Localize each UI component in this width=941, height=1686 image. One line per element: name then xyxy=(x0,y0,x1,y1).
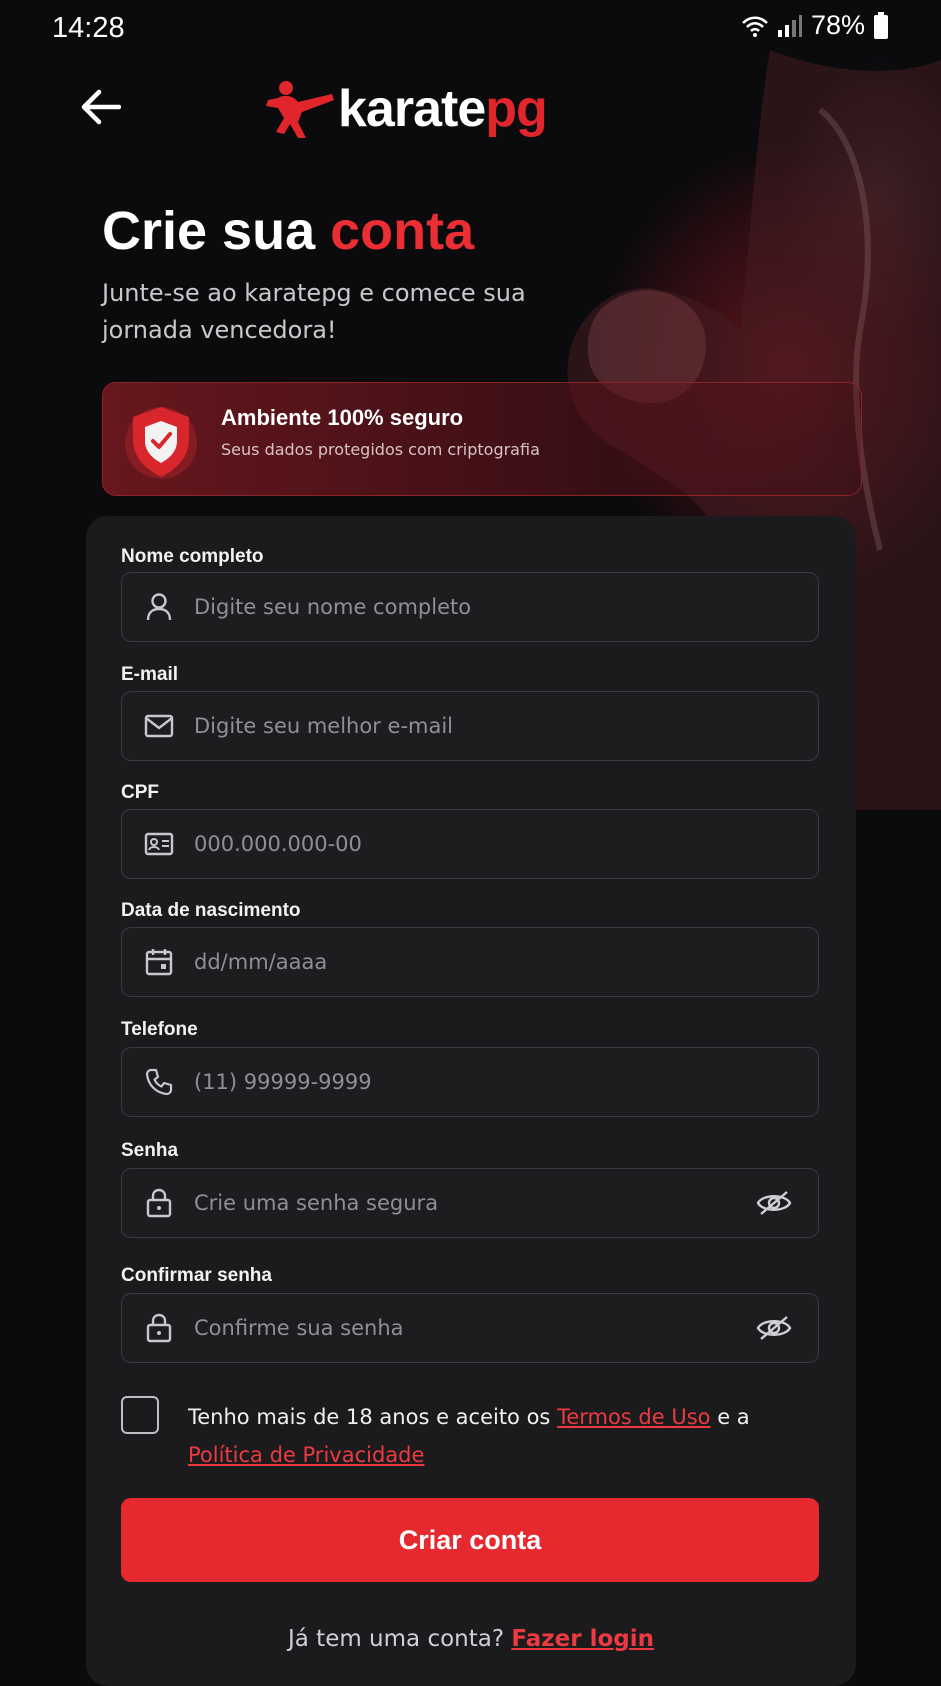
battery-icon xyxy=(874,11,888,39)
status-time: 14:28 xyxy=(52,12,125,44)
email-placeholder: Digite seu melhor e-mail xyxy=(194,714,454,738)
user-icon xyxy=(144,592,174,622)
phone-placeholder: (11) 99999-9999 xyxy=(194,1070,372,1094)
create-account-button[interactable]: Criar conta xyxy=(121,1498,819,1582)
lock-icon xyxy=(144,1188,174,1218)
signup-form-card: Nome completo Digite seu nome completo E… xyxy=(86,516,856,1686)
arrow-left-icon xyxy=(81,89,121,125)
email-label: E-mail xyxy=(121,664,179,685)
back-button[interactable] xyxy=(78,84,124,130)
battery-percentage: 78% xyxy=(810,10,865,40)
password-input[interactable]: Crie uma senha segura xyxy=(121,1168,819,1238)
status-bar: 14:28 78% xyxy=(0,0,941,58)
secure-banner-description: Seus dados protegidos com criptografia xyxy=(221,440,540,459)
full-name-input[interactable]: Digite seu nome completo xyxy=(121,572,819,642)
logo-text: karatepg xyxy=(338,80,548,138)
full-name-placeholder: Digite seu nome completo xyxy=(194,595,472,619)
cpf-label: CPF xyxy=(121,782,159,803)
terms-checkbox[interactable] xyxy=(121,1396,159,1434)
full-name-label: Nome completo xyxy=(121,546,264,567)
phone-label: Telefone xyxy=(121,1019,198,1040)
mail-icon xyxy=(144,711,174,741)
birth-date-placeholder: dd/mm/aaaa xyxy=(194,950,328,974)
secure-banner-title: Ambiente 100% seguro xyxy=(221,405,464,430)
shield-check-icon xyxy=(125,407,197,479)
terms-of-use-link[interactable]: Termos de Uso xyxy=(557,1405,710,1429)
phone-icon xyxy=(144,1067,174,1097)
eye-off-icon xyxy=(756,1316,792,1340)
confirm-password-label: Confirmar senha xyxy=(121,1265,272,1286)
email-input[interactable]: Digite seu melhor e-mail xyxy=(121,691,819,761)
karate-kick-logo-icon xyxy=(266,81,334,138)
wifi-icon xyxy=(742,15,768,37)
privacy-policy-link[interactable]: Política de Privacidade xyxy=(188,1443,424,1467)
phone-input[interactable]: (11) 99999-9999 xyxy=(121,1047,819,1117)
calendar-icon xyxy=(144,947,174,977)
login-prompt: Já tem uma conta? Fazer login xyxy=(287,1626,655,1652)
lock-icon xyxy=(144,1313,174,1343)
eye-off-icon xyxy=(756,1191,792,1215)
cpf-input[interactable]: 000.000.000-00 xyxy=(121,809,819,879)
id-card-icon xyxy=(144,829,174,859)
birth-date-input[interactable]: dd/mm/aaaa xyxy=(121,927,819,997)
password-placeholder: Crie uma senha segura xyxy=(194,1191,439,1215)
page-title: Crie sua conta xyxy=(102,201,475,261)
cpf-placeholder: 000.000.000-00 xyxy=(194,832,362,856)
toggle-password-visibility-button[interactable] xyxy=(756,1188,792,1218)
signal-icon xyxy=(777,14,802,37)
page-subtitle: Junte-se ao karatepg e comece sua jornad… xyxy=(102,279,526,344)
confirm-password-input[interactable]: Confirme sua senha xyxy=(121,1293,819,1363)
status-icons: 78% xyxy=(741,10,889,41)
toggle-confirm-password-visibility-button[interactable] xyxy=(756,1313,792,1343)
terms-text: Tenho mais de 18 anos e aceito os Termos… xyxy=(188,1405,750,1467)
confirm-password-placeholder: Confirme sua senha xyxy=(194,1316,404,1340)
birth-date-label: Data de nascimento xyxy=(121,900,301,921)
karatepg-logo: karatepg xyxy=(264,78,548,140)
password-label: Senha xyxy=(121,1140,179,1161)
login-link[interactable]: Fazer login xyxy=(511,1626,654,1652)
secure-environment-banner: Ambiente 100% seguro Seus dados protegid… xyxy=(102,382,862,496)
